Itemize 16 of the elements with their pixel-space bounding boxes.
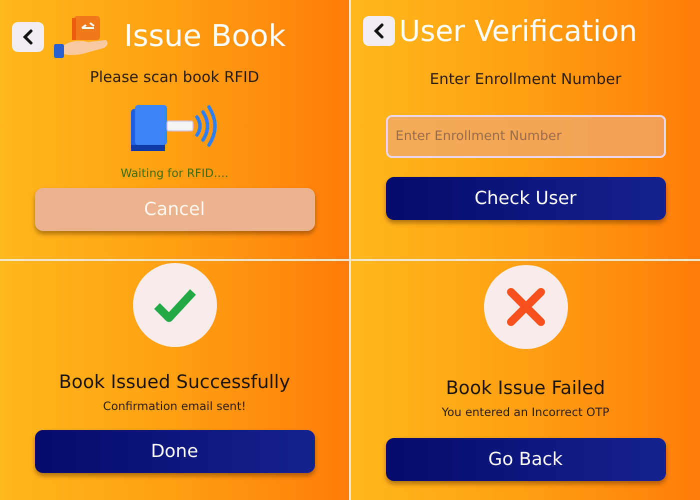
prompt-text: Enter Enrollment Number (430, 69, 622, 90)
status-text: Waiting for RFID.... (120, 164, 228, 182)
screen-title: User Verification (399, 16, 638, 46)
result-detail: Confirmation email sent! (103, 398, 246, 415)
back-button[interactable] (363, 16, 395, 46)
action-button[interactable]: Check User (386, 176, 666, 220)
result-title: Book Issue Failed (446, 377, 606, 401)
action-button[interactable]: Go Back (386, 438, 666, 481)
cross-icon (504, 286, 546, 328)
result-detail: You entered an Incorrect OTP (442, 404, 610, 421)
input-field[interactable]: Enter Enrollment Number (386, 114, 666, 158)
back-button[interactable] (12, 22, 44, 52)
result-title: Book Issued Successfully (58, 371, 290, 395)
action-button[interactable]: Done (34, 430, 314, 473)
screen-title: Issue Book (124, 22, 286, 52)
prompt-text: Please scan book RFID (90, 67, 260, 88)
